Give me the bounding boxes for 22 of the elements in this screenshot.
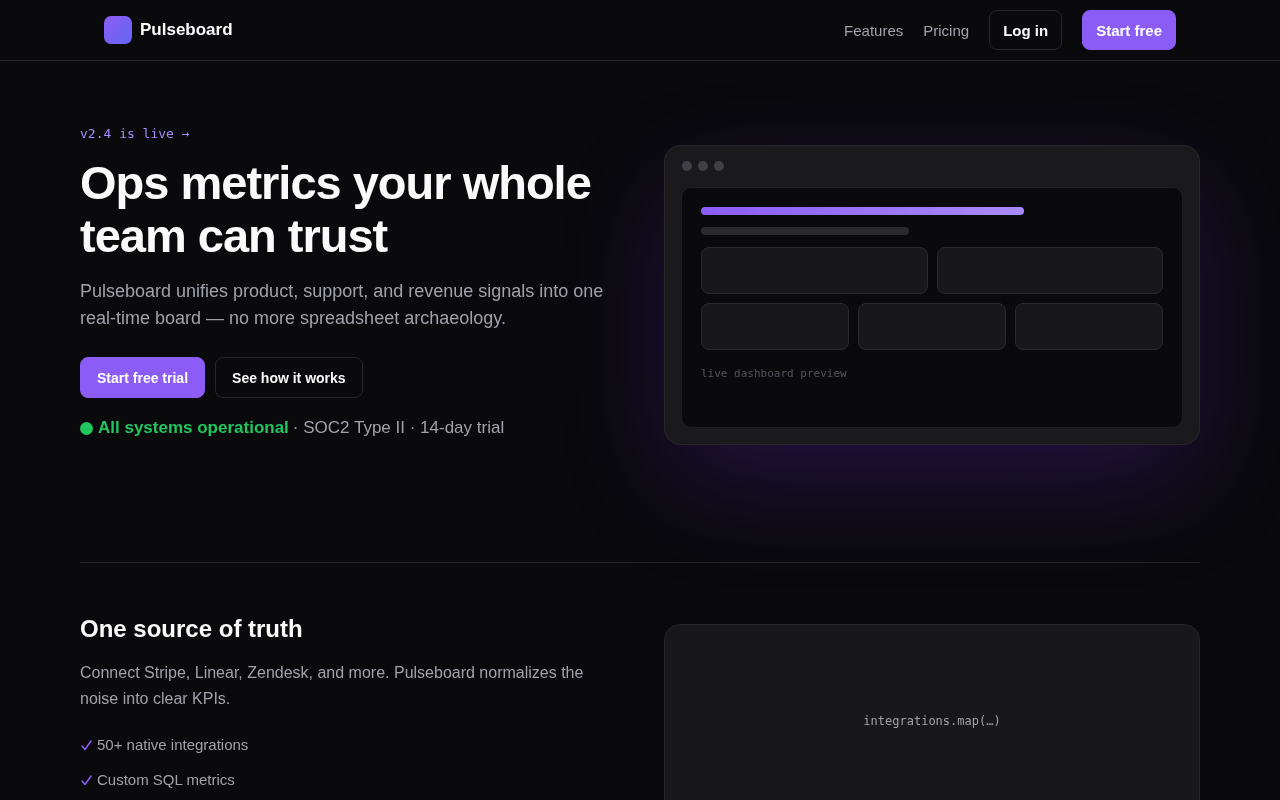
nav-link[interactable]: Pricing <box>923 21 970 39</box>
status-text: All systems operational <box>98 417 289 439</box>
check-icon <box>81 774 92 786</box>
hero-description: Pulseboard unifies product, support, and revenue signals into one real-time board — no more spreadsheet archaeology. <box>80 280 605 330</box>
nav-link[interactable]: Features <box>844 21 904 39</box>
window-dots-icon <box>682 161 724 171</box>
section-description: Connect Stripe, Linear, Zendesk, and more. Pulseboard normalizes the noise into clear KPIs. <box>80 663 585 709</box>
check-icon <box>81 739 92 751</box>
code-snippet: integrations.map(…) <box>863 714 1001 728</box>
announcement-link[interactable]: v2.4 is live → <box>80 124 190 144</box>
outline-button[interactable]: See how it works <box>215 357 363 398</box>
section-title: One source of truth <box>80 614 304 644</box>
signup-button[interactable]: Start free <box>1082 10 1176 50</box>
trust-notes: · SOC2 Type II · 14-day trial <box>292 417 505 439</box>
logo-icon <box>104 16 132 44</box>
login-button[interactable]: Log in <box>989 10 1063 50</box>
feature-item: 50+ native integrations <box>97 735 249 755</box>
brand-link[interactable]: Pulseboard <box>104 16 233 44</box>
preview-caption: live dashboard preview <box>701 367 847 381</box>
hero-title: Ops metrics your whole team can trust <box>80 156 592 262</box>
feature-item: Custom SQL metrics <box>97 770 235 790</box>
cta-button[interactable]: Start free trial <box>80 357 206 398</box>
